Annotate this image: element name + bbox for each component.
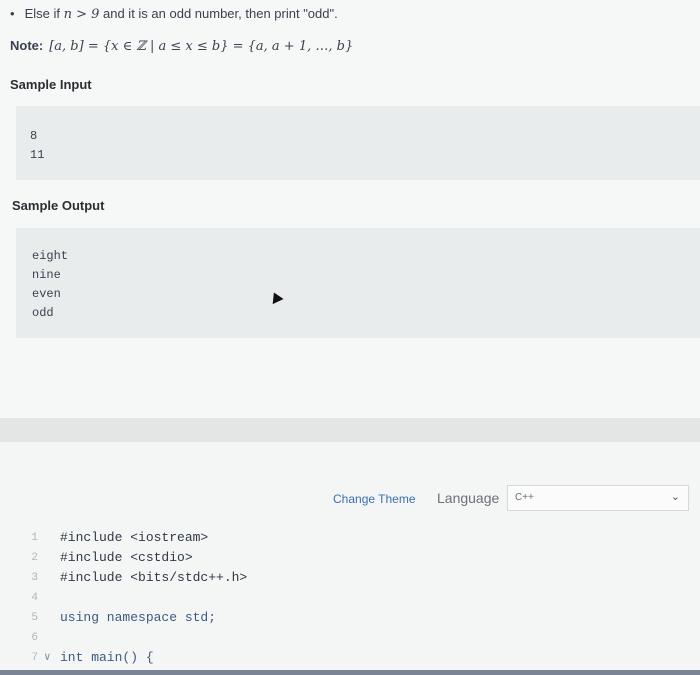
sample-output-box: eight nine even odd <box>16 228 700 338</box>
sample-input-box: 8 11 <box>16 106 700 180</box>
fold-arrow-icon[interactable]: ∨ <box>44 648 51 668</box>
code-line[interactable]: 6 <box>0 628 700 648</box>
bottom-bar <box>0 670 700 675</box>
code-text: using namespace std; <box>60 610 217 625</box>
code-text: int main() { <box>60 650 154 665</box>
note: Note: [a, b] = {x ∈ ℤ | a ≤ x ≤ b} = {a, … <box>10 38 353 54</box>
else-if-rule: • Else if n > 9 and it is an odd number, … <box>10 6 338 22</box>
code-line[interactable]: 4 <box>0 588 700 608</box>
sample-input-line: 8 <box>30 129 38 143</box>
change-theme-link[interactable]: Change Theme <box>333 492 416 506</box>
line-number: 1 <box>31 532 38 544</box>
line-number: 3 <box>31 572 38 584</box>
line-number: 2 <box>31 552 38 564</box>
code-line[interactable]: 1 #include <iostream> <box>0 528 700 548</box>
bullet-icon: • <box>10 6 15 21</box>
sample-output-title: Sample Output <box>12 198 105 213</box>
line-number: 6 <box>31 632 38 644</box>
problem-statement: • Else if n > 9 and it is an odd number, … <box>0 0 700 420</box>
language-select[interactable]: C++ ⌄ <box>507 485 689 511</box>
line-number: 7 <box>31 652 38 664</box>
code-text: #include <bits/stdc++.h> <box>60 570 248 585</box>
language-value: C++ <box>515 492 534 503</box>
code-text: #include <iostream> <box>60 530 209 545</box>
code-line[interactable]: 3 #include <bits/stdc++.h> <box>0 568 700 588</box>
code-line[interactable]: 2 #include <cstdio> <box>0 548 700 568</box>
code-line[interactable]: 7 ∨ int main() { <box>0 648 700 668</box>
section-divider <box>0 418 700 442</box>
note-formula: [a, b] = {x ∈ ℤ | a ≤ x ≤ b} = {a, a + 1… <box>49 39 354 54</box>
sample-input-title: Sample Input <box>10 77 92 92</box>
line-number: 5 <box>31 612 38 624</box>
note-label: Note: <box>10 38 44 53</box>
code-line[interactable]: 5 using namespace std; <box>0 608 700 628</box>
sample-input-line: 11 <box>30 148 45 162</box>
sample-output-line: eight <box>32 249 69 263</box>
code-text: #include <cstdio> <box>60 550 193 565</box>
else-condition: n > 9 <box>63 7 100 22</box>
else-suffix: and it is an odd number, then print "odd… <box>99 6 338 21</box>
else-prefix: Else if <box>24 6 64 21</box>
sample-output-line: odd <box>32 306 54 320</box>
sample-output-line: nine <box>32 268 61 282</box>
chevron-down-icon: ⌄ <box>670 491 680 503</box>
line-number: 4 <box>31 592 38 604</box>
sample-output-line: even <box>32 287 61 301</box>
language-label: Language <box>437 490 500 506</box>
